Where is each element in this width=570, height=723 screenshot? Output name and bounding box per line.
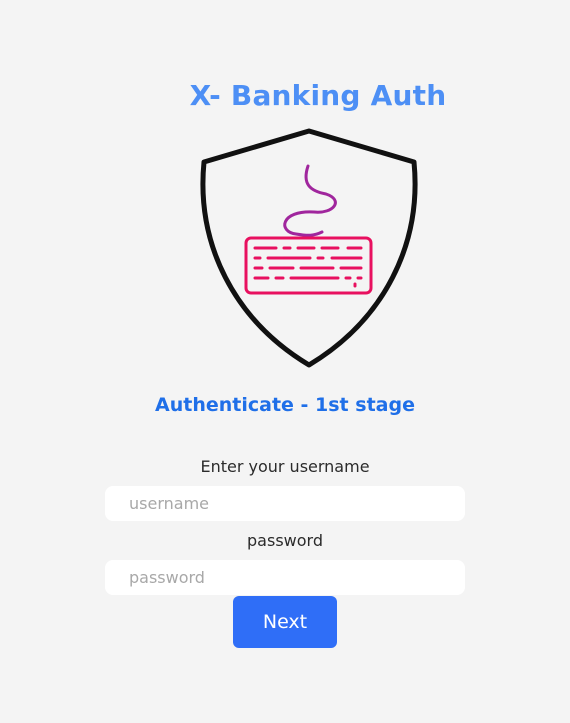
shield-keyboard-icon bbox=[200, 128, 418, 368]
username-label: Enter your username bbox=[200, 457, 370, 476]
password-input[interactable] bbox=[105, 560, 465, 595]
stage-heading: Authenticate - 1st stage bbox=[155, 394, 415, 416]
username-input[interactable] bbox=[105, 486, 465, 521]
app-title: X- Banking Auth bbox=[189, 79, 447, 112]
password-label: password bbox=[247, 531, 323, 550]
next-button[interactable]: Next bbox=[233, 596, 337, 648]
